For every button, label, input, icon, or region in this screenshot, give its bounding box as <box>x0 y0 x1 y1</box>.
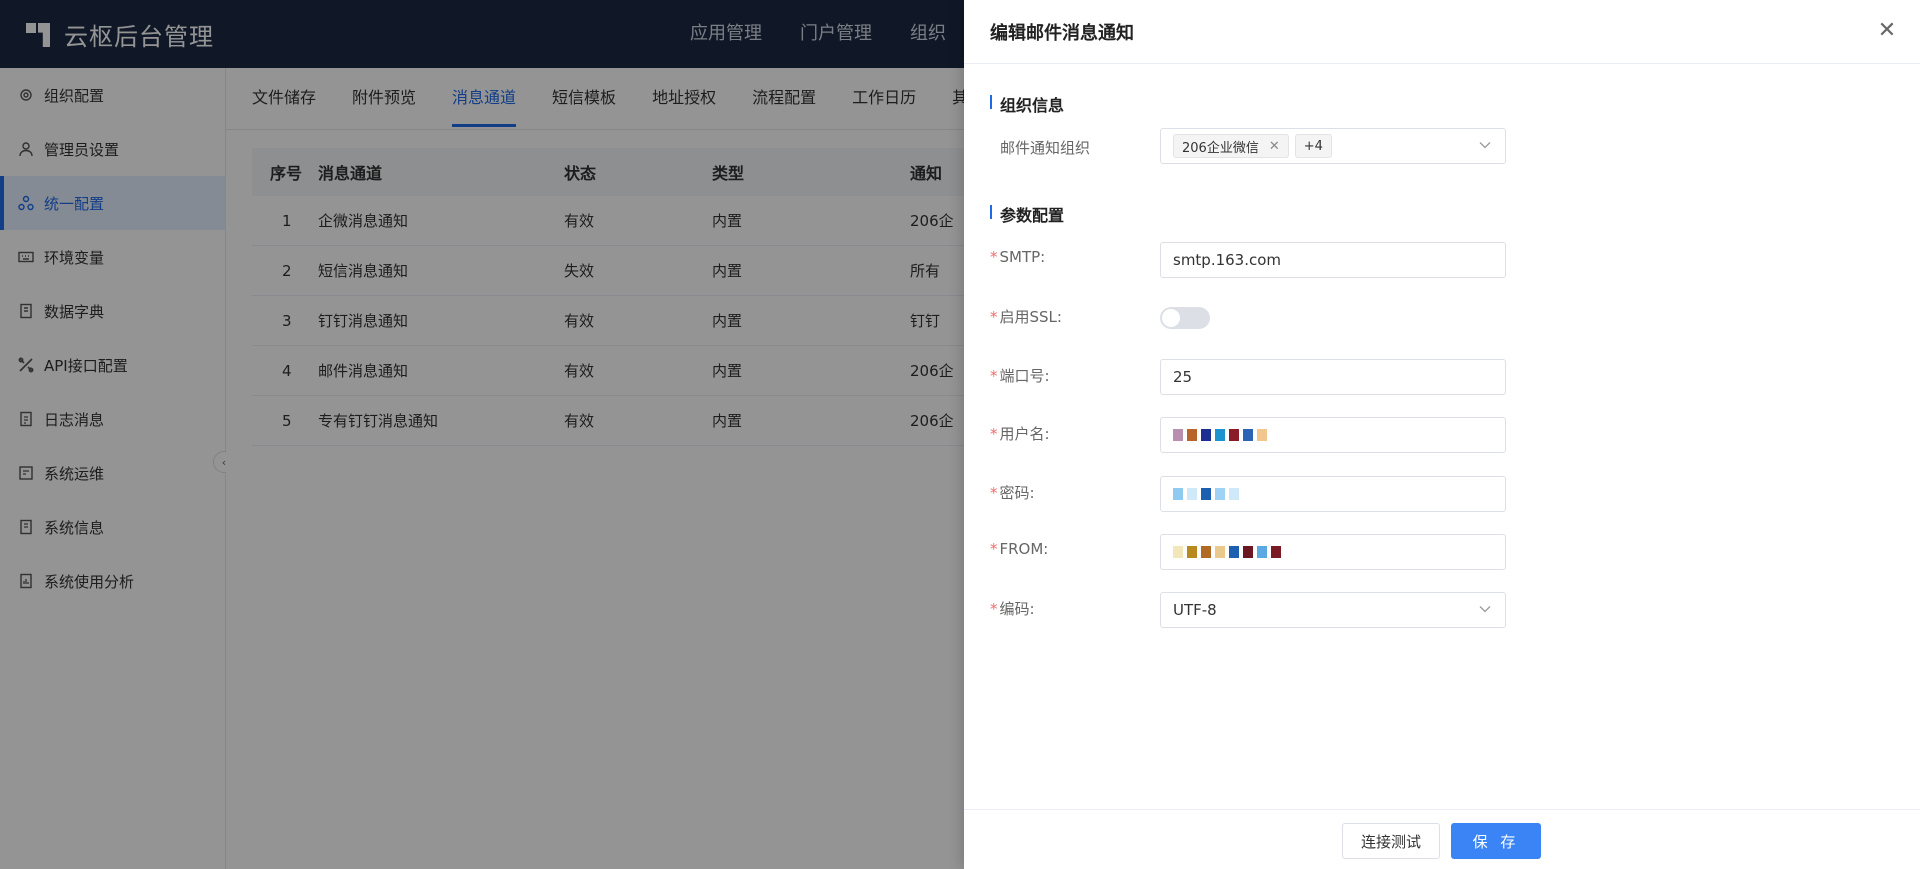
encoding-label: * 编码: <box>990 598 1035 619</box>
username-input[interactable] <box>1160 417 1506 453</box>
password-label-text: 密码: <box>999 484 1035 502</box>
org-chip: 206企业微信 ✕ <box>1173 134 1289 158</box>
from-input[interactable] <box>1160 534 1506 570</box>
redacted-block <box>1271 546 1281 558</box>
required-mark: * <box>990 425 998 443</box>
close-icon[interactable]: ✕ <box>1269 139 1280 154</box>
from-label-text: FROM: <box>999 540 1049 558</box>
redacted-block <box>1187 429 1197 441</box>
edit-email-notification-drawer: 编辑邮件消息通知 ✕ 组织信息 邮件通知组织 206企业微信 ✕ +4 参数配置 … <box>964 0 1920 869</box>
org-label: 邮件通知组织 <box>1000 139 1091 157</box>
ssl-label-text: 启用SSL: <box>999 308 1062 326</box>
redacted-block <box>1187 546 1197 558</box>
redacted-block <box>1173 546 1183 558</box>
redacted-block <box>1201 488 1211 500</box>
save-button[interactable]: 保 存 <box>1451 823 1541 859</box>
org-chip-label: 206企业微信 <box>1182 140 1259 156</box>
smtp-label-text: SMTP: <box>999 248 1046 266</box>
redacted-block <box>1243 546 1253 558</box>
redacted-block <box>1201 429 1211 441</box>
required-mark: * <box>990 308 998 326</box>
connection-test-button[interactable]: 连接测试 <box>1342 823 1440 859</box>
redacted-block <box>1229 429 1239 441</box>
org-more-chip: +4 <box>1294 134 1332 158</box>
encoding-select[interactable]: UTF-8 <box>1160 592 1506 628</box>
ssl-label: * 启用SSL: <box>990 306 1062 327</box>
required-mark: * <box>990 600 998 618</box>
username-label-text: 用户名: <box>999 425 1050 443</box>
redacted-block <box>1215 546 1225 558</box>
port-label-text: 端口号: <box>999 367 1050 385</box>
from-label: * FROM: <box>990 540 1048 558</box>
redacted-block <box>1173 488 1183 500</box>
encoding-value: UTF-8 <box>1173 601 1217 619</box>
chevron-down-icon <box>1479 142 1491 149</box>
password-input[interactable] <box>1160 476 1506 512</box>
section-title-params: 参数配置 <box>990 202 1064 226</box>
encoding-label-text: 编码: <box>999 600 1035 618</box>
username-label: * 用户名: <box>990 423 1050 444</box>
smtp-input[interactable]: smtp.163.com <box>1160 242 1506 278</box>
smtp-label: * SMTP: <box>990 248 1045 266</box>
section-title-org: 组织信息 <box>990 92 1064 116</box>
redacted-block <box>1173 429 1183 441</box>
redacted-block <box>1201 546 1211 558</box>
password-label: * 密码: <box>990 482 1035 503</box>
redacted-block <box>1243 429 1253 441</box>
port-value: 25 <box>1173 368 1193 386</box>
redacted-block <box>1187 488 1197 500</box>
required-mark: * <box>990 484 998 502</box>
redacted-block <box>1257 546 1267 558</box>
redacted-block <box>1229 546 1239 558</box>
redacted-block <box>1215 488 1225 500</box>
required-mark: * <box>990 248 998 266</box>
required-mark: * <box>990 540 998 558</box>
port-input[interactable]: 25 <box>1160 359 1506 395</box>
redacted-block <box>1257 429 1267 441</box>
redacted-block <box>1229 488 1239 500</box>
toggle-knob <box>1162 309 1180 327</box>
drawer-title: 编辑邮件消息通知 <box>990 22 1134 44</box>
port-label: * 端口号: <box>990 365 1050 386</box>
close-icon[interactable]: ✕ <box>1876 20 1898 42</box>
smtp-value: smtp.163.com <box>1173 251 1282 269</box>
org-select[interactable]: 206企业微信 ✕ +4 <box>1160 128 1506 164</box>
chevron-down-icon <box>1479 606 1491 613</box>
drawer-header: 编辑邮件消息通知 ✕ <box>964 0 1920 64</box>
required-mark: * <box>990 367 998 385</box>
redacted-block <box>1215 429 1225 441</box>
ssl-toggle[interactable] <box>1160 307 1210 329</box>
drawer-footer: 连接测试 保 存 <box>964 809 1920 869</box>
